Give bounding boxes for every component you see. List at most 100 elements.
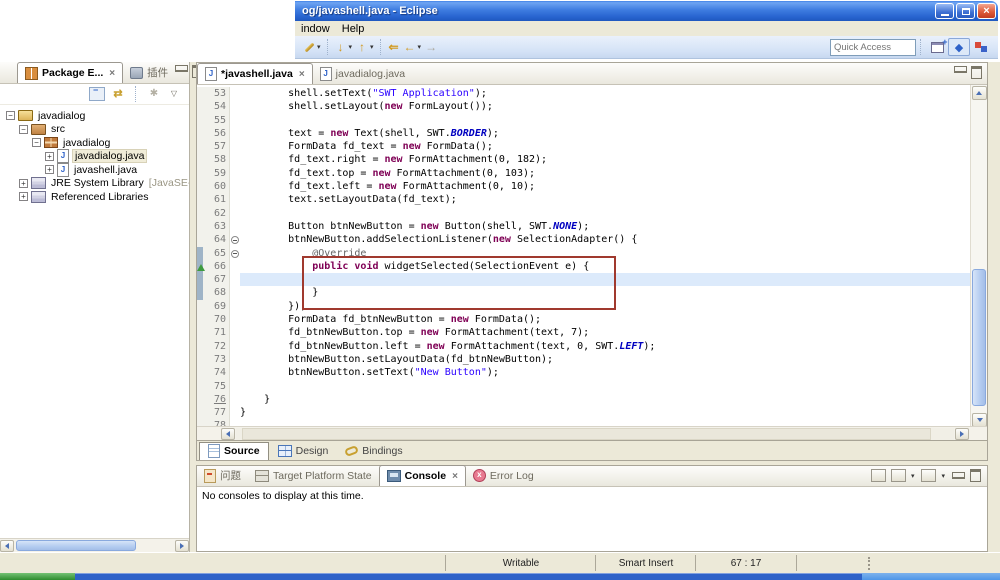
code-text[interactable]: }	[240, 406, 970, 419]
code-line[interactable]: 73 btnNewButton.setLayoutData(fd_btnNewB…	[197, 353, 970, 366]
menu-help[interactable]: Help	[336, 23, 371, 35]
forward-icon[interactable]: →	[423, 39, 439, 55]
restore-button[interactable]	[956, 3, 975, 19]
hscroll-thumb[interactable]	[242, 428, 931, 440]
dropdown-caret-icon[interactable]: ▾	[418, 43, 422, 51]
code-line[interactable]: 74 btnNewButton.setText("New Button");	[197, 366, 970, 379]
tree-item[interactable]: +Referenced Libraries	[0, 190, 189, 204]
code-text[interactable]: Button btnNewButton = new Button(shell, …	[240, 220, 970, 233]
code-line[interactable]: 75	[197, 380, 970, 393]
expand-icon[interactable]: +	[45, 152, 54, 161]
scroll-down-icon[interactable]	[972, 413, 987, 426]
previous-annotation-icon[interactable]: ↑	[354, 39, 370, 55]
minimize-view-icon[interactable]	[952, 472, 965, 479]
hscroll-thumb[interactable]	[16, 540, 136, 551]
last-edit-location-icon[interactable]	[301, 39, 317, 55]
collapse-icon[interactable]: −	[32, 138, 41, 147]
back-history-icon[interactable]: ⇐	[386, 39, 402, 55]
code-line[interactable]: 63 Button btnNewButton = new Button(shel…	[197, 220, 970, 233]
code-line[interactable]: 59 fd_text.top = new FormAttachment(0, 1…	[197, 167, 970, 180]
window-titlebar[interactable]: og/javashell.java - Eclipse ×	[295, 1, 998, 21]
collapse-region-icon[interactable]	[231, 250, 239, 258]
tab-plugin[interactable]: 插件	[123, 62, 175, 83]
tree-item[interactable]: +JRE System Library[JavaSE-1.	[0, 177, 189, 191]
dropdown-caret-icon[interactable]: ▾	[911, 472, 915, 480]
back-icon[interactable]: ←	[402, 39, 418, 55]
statusbar-handle-icon[interactable]	[868, 557, 872, 570]
expand-icon[interactable]: +	[45, 165, 54, 174]
link-with-editor-icon[interactable]: ⇄	[111, 88, 125, 100]
code-line[interactable]: 58 fd_text.right = new FormAttachment(0,…	[197, 153, 970, 166]
code-line[interactable]: 56 text = new Text(shell, SWT.BORDER);	[197, 127, 970, 140]
tab-package-explorer[interactable]: Package E... ×	[17, 62, 123, 83]
code-text[interactable]	[240, 419, 970, 426]
tab-error-log[interactable]: x Error Log	[466, 465, 541, 486]
code-text[interactable]: shell.setLayout(new FormLayout());	[240, 100, 970, 113]
close-button[interactable]: ×	[977, 3, 996, 19]
code-line[interactable]: 55	[197, 114, 970, 127]
tree-item[interactable]: +Jjavadialog.java	[0, 150, 189, 164]
code-line[interactable]: 76 }	[197, 393, 970, 406]
tree-item[interactable]: −javadialog	[0, 109, 189, 123]
next-annotation-icon[interactable]: ↓	[333, 39, 349, 55]
code-text[interactable]: fd_text.top = new FormAttachment(0, 103)…	[240, 167, 970, 180]
code-text[interactable]: FormData fd_text = new FormData();	[240, 140, 970, 153]
collapse-icon[interactable]: −	[19, 125, 28, 134]
quick-access-input[interactable]	[830, 39, 916, 56]
code-text[interactable]: btnNewButton.setText("New Button");	[240, 366, 970, 379]
code-text[interactable]: text.setLayoutData(fd_text);	[240, 193, 970, 206]
collapse-region-icon[interactable]	[231, 236, 239, 244]
maximize-view-icon[interactable]	[970, 469, 981, 482]
dropdown-caret-icon[interactable]: ▾	[349, 43, 353, 51]
tree-item[interactable]: −src	[0, 123, 189, 137]
code-text[interactable]: text = new Text(shell, SWT.BORDER);	[240, 127, 970, 140]
dropdown-caret-icon[interactable]: ▾	[317, 43, 321, 51]
expand-icon[interactable]: +	[19, 179, 28, 188]
code-line[interactable]: 71 fd_btnNewButton.top = new FormAttachm…	[197, 326, 970, 339]
code-text[interactable]: fd_btnNewButton.top = new FormAttachment…	[240, 326, 970, 339]
collapse-icon[interactable]: −	[6, 111, 15, 120]
windows-taskbar[interactable]	[0, 573, 1000, 580]
code-line[interactable]: 61 text.setLayoutData(fd_text);	[197, 193, 970, 206]
tab-source[interactable]: Source	[199, 442, 269, 460]
tab-javashell[interactable]: J *javashell.java ×	[197, 63, 313, 84]
open-perspective-button[interactable]	[926, 38, 948, 56]
editor-vscrollbar[interactable]	[970, 85, 987, 426]
editor-hscrollbar[interactable]	[197, 426, 987, 440]
tree-item[interactable]: −javadialog	[0, 136, 189, 150]
code-text[interactable]: btnNewButton.setLayoutData(fd_btnNewButt…	[240, 353, 970, 366]
fold-margin[interactable]	[230, 247, 240, 260]
scroll-left-icon[interactable]	[221, 428, 235, 440]
scroll-right-icon[interactable]	[955, 428, 969, 440]
code-line[interactable]: 64 btnNewButton.addSelectionListener(new…	[197, 233, 970, 246]
scroll-right-icon[interactable]	[175, 540, 189, 552]
code-line[interactable]: 60 fd_text.left = new FormAttachment(0, …	[197, 180, 970, 193]
view-menu-icon[interactable]: ▽	[167, 88, 181, 100]
code-line[interactable]: 53 shell.setText("SWT Application");	[197, 87, 970, 100]
code-editor[interactable]: 53 shell.setText("SWT Application");54 s…	[197, 85, 987, 426]
code-text[interactable]: fd_btnNewButton.left = new FormAttachmen…	[240, 340, 970, 353]
scroll-left-icon[interactable]	[0, 540, 14, 552]
code-text[interactable]: }	[240, 393, 970, 406]
javaee-perspective-button[interactable]	[970, 38, 992, 56]
code-text[interactable]: shell.setText("SWT Application");	[240, 87, 970, 100]
minimize-button[interactable]	[935, 3, 954, 19]
code-text[interactable]	[240, 380, 970, 393]
close-tab-icon[interactable]: ×	[299, 69, 305, 80]
dropdown-caret-icon[interactable]: ▾	[370, 43, 374, 51]
scroll-up-icon[interactable]	[972, 86, 987, 100]
code-text[interactable]	[240, 207, 970, 220]
code-line[interactable]: 77}	[197, 406, 970, 419]
display-selected-console-icon[interactable]	[891, 469, 906, 482]
minimize-editor-icon[interactable]	[954, 66, 967, 73]
code-text[interactable]: fd_text.right = new FormAttachment(0, 18…	[240, 153, 970, 166]
code-text[interactable]: fd_text.left = new FormAttachment(0, 10)…	[240, 180, 970, 193]
code-text[interactable]: btnNewButton.addSelectionListener(new Se…	[240, 233, 970, 246]
pin-console-icon[interactable]	[871, 469, 886, 482]
maximize-editor-icon[interactable]	[971, 66, 982, 79]
java-perspective-button[interactable]: ◆	[948, 38, 970, 56]
vscroll-thumb[interactable]	[972, 269, 986, 406]
tab-design[interactable]: Design	[270, 442, 337, 460]
expand-icon[interactable]: +	[19, 192, 28, 201]
code-line[interactable]: 57 FormData fd_text = new FormData();	[197, 140, 970, 153]
